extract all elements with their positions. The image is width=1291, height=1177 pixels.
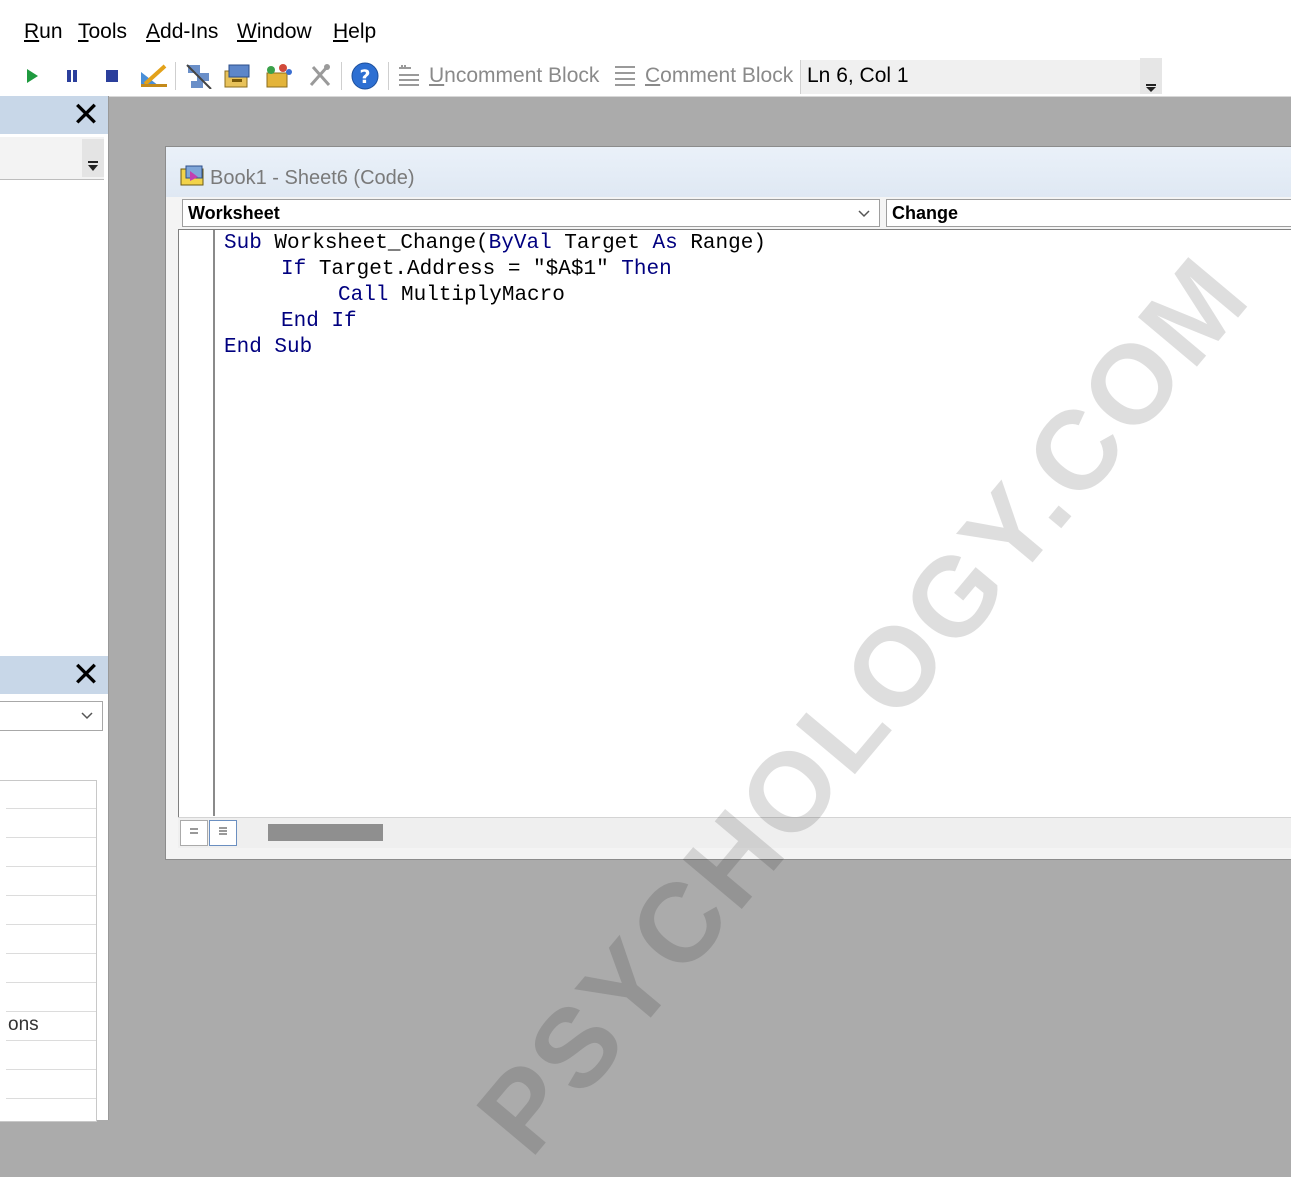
cursor-position: Ln 6, Col 1	[807, 64, 909, 87]
svg-text:?: ?	[359, 66, 370, 88]
design-mode-icon[interactable]	[138, 64, 170, 88]
close-icon[interactable]: ✕	[70, 98, 102, 132]
object-dropdown-value: Worksheet	[188, 203, 280, 223]
code-line[interactable]: Call MultiplyMacro	[338, 283, 565, 309]
project-toolbar	[0, 137, 104, 180]
property-name: ons	[8, 1014, 39, 1035]
code-line[interactable]: End Sub	[224, 335, 312, 361]
toolbar-options-dropdown[interactable]	[1140, 58, 1162, 94]
comment-block-button[interactable]: Comment Block	[645, 64, 793, 88]
procedure-view-button[interactable]	[180, 820, 208, 846]
object-browser-icon[interactable]	[262, 64, 294, 88]
code-window-icon	[180, 165, 204, 186]
project-toolbar-dropdown[interactable]	[82, 139, 104, 177]
close-icon[interactable]: ✕	[70, 658, 102, 692]
help-icon[interactable]: ?	[350, 62, 380, 90]
toolbar-separator	[341, 62, 342, 90]
project-pane-header: ✕	[0, 96, 108, 134]
menu-bar: Run Tools Add-Ins Window Help	[0, 0, 1291, 56]
property-row[interactable]	[6, 954, 96, 983]
chevron-down-icon	[81, 712, 93, 720]
scrollbar-thumb[interactable]	[268, 824, 383, 841]
object-dropdown[interactable]: Worksheet	[182, 199, 880, 227]
pause-icon[interactable]	[60, 64, 84, 88]
procedure-view-icon	[190, 828, 198, 834]
full-module-view-button[interactable]	[209, 820, 237, 846]
properties-window-icon[interactable]	[222, 64, 254, 88]
menu-run[interactable]: Run	[24, 20, 63, 44]
property-row[interactable]	[6, 838, 96, 867]
project-tree[interactable]	[0, 180, 104, 632]
property-row[interactable]	[6, 809, 96, 838]
comment-block-icon[interactable]	[610, 64, 638, 88]
uncomment-block-button[interactable]: Uncomment Block	[429, 64, 599, 88]
menu-window[interactable]: Window	[237, 20, 312, 44]
menu-help[interactable]: Help	[333, 20, 376, 44]
property-row[interactable]	[6, 867, 96, 896]
property-row[interactable]	[6, 1041, 96, 1070]
full-module-view-icon	[219, 827, 227, 835]
procedure-dropdown[interactable]: Change	[886, 199, 1291, 227]
property-row[interactable]	[6, 925, 96, 954]
project-explorer-icon[interactable]	[184, 64, 214, 89]
property-row[interactable]	[6, 1070, 96, 1099]
uncomment-block-icon[interactable]	[394, 64, 422, 88]
reset-icon[interactable]	[100, 64, 124, 88]
property-row[interactable]	[6, 780, 96, 809]
procedure-dropdown-value: Change	[892, 203, 959, 223]
code-line[interactable]: Sub Worksheet_Change(ByVal Target As Ran…	[224, 231, 766, 257]
chevron-down-icon	[1146, 84, 1156, 92]
menu-tools[interactable]: Tools	[78, 20, 127, 44]
code-window-title: Book1 - Sheet6 (Code)	[210, 167, 415, 189]
toolbar-separator	[175, 62, 176, 90]
menu-add-ins[interactable]: Add-Ins	[146, 20, 218, 44]
toolbar-separator	[388, 62, 389, 90]
chevron-down-icon	[858, 210, 870, 218]
toolbox-icon[interactable]	[306, 64, 334, 88]
property-row[interactable]	[6, 896, 96, 925]
properties-object-select[interactable]	[0, 701, 103, 731]
properties-pane-header: ✕	[0, 656, 108, 694]
chevron-down-icon	[88, 161, 98, 171]
run-icon[interactable]	[20, 64, 44, 88]
property-row[interactable]: ons	[6, 1012, 96, 1041]
property-row[interactable]	[6, 983, 96, 1012]
code-line[interactable]: End If	[281, 309, 357, 335]
margin-indicator-bar[interactable]	[179, 230, 215, 816]
code-line[interactable]: If Target.Address = "$A$1" Then	[281, 257, 672, 283]
